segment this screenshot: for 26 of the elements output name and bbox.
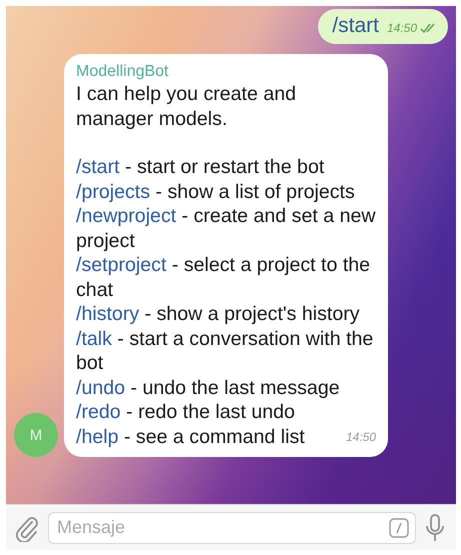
command-line: /history - show a project's history — [76, 302, 361, 326]
command-link[interactable]: /setproject — [76, 254, 166, 276]
command-line: /help - see a command list — [76, 424, 305, 449]
command-link[interactable]: /history — [76, 303, 140, 325]
command-line: /undo - undo the last message — [76, 376, 341, 400]
message-field[interactable]: Mensaje — [48, 512, 416, 544]
command-icon[interactable] — [389, 518, 409, 538]
command-line: /redo - redo the last undo — [76, 400, 296, 424]
microphone-icon[interactable] — [424, 512, 446, 542]
command-line: /newproject - create and set a new project — [76, 204, 376, 253]
command-line: /projects - show a list of projects — [76, 180, 356, 204]
sender-name: ModellingBot — [76, 62, 170, 82]
command-link[interactable]: /talk — [76, 328, 112, 350]
command-line: /start - start or restart the bot — [76, 155, 326, 180]
command-link[interactable]: /newproject — [76, 205, 176, 227]
command-link[interactable]: /start — [76, 156, 120, 178]
message-text: /start — [332, 14, 379, 38]
command-link[interactable]: /help — [76, 426, 118, 448]
message-time: 14:50 — [386, 21, 417, 35]
command-line: /setproject - select a project to the chat — [76, 253, 372, 302]
message-time: 14:50 — [346, 428, 376, 446]
message-text: I can help you create and manager models. — [76, 82, 298, 131]
command-link[interactable]: /redo — [76, 401, 121, 423]
command-line: /talk - start a conversation with the bot — [76, 326, 374, 376]
command-link[interactable]: /undo — [76, 376, 126, 398]
command-link[interactable]: /projects — [76, 180, 150, 202]
